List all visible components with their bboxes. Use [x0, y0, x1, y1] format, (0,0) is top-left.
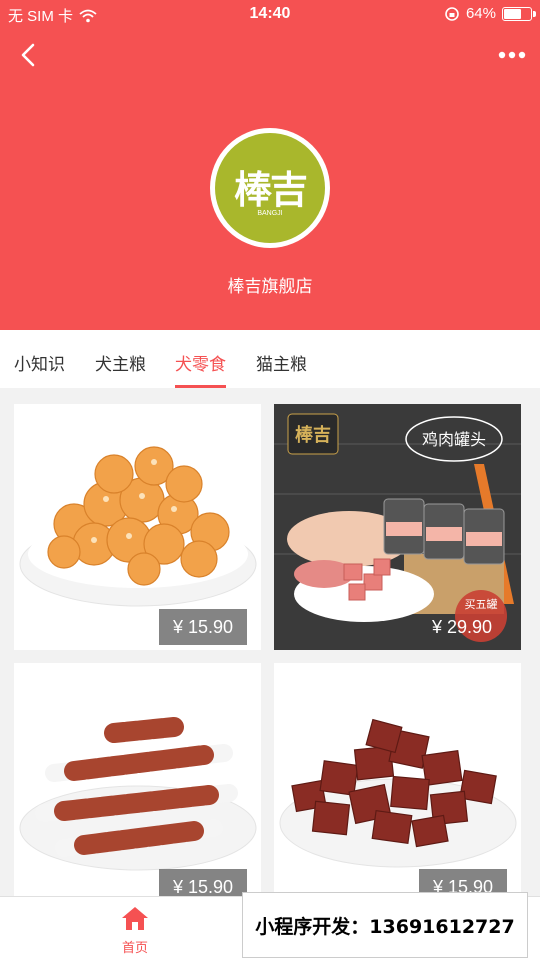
- battery-percent: 64%: [465, 5, 496, 22]
- developer-promo: 小程序开发：13691612727: [242, 892, 528, 958]
- product-image: [14, 663, 261, 896]
- store-header: 棒吉 BANGJI 棒吉旗舰店: [0, 0, 540, 330]
- price-tag: ¥ 15.90: [159, 869, 247, 896]
- tab-cat-food[interactable]: 猫主粮: [256, 350, 307, 388]
- tab-dog-snacks[interactable]: 犬零食: [175, 350, 226, 388]
- more-icon[interactable]: [494, 40, 530, 70]
- brand-text: 棒吉: [295, 424, 331, 446]
- category-tabs: 小知识 犬主粮 犬零食 猫主粮: [0, 330, 540, 388]
- product-card[interactable]: ¥ 15.90: [14, 404, 261, 650]
- back-icon[interactable]: [14, 40, 44, 70]
- battery-icon: [502, 6, 536, 21]
- nav-home[interactable]: 首页: [105, 905, 165, 956]
- home-icon: [122, 907, 148, 930]
- logo-subtext: BANGJI: [257, 210, 283, 217]
- product-card[interactable]: ¥ 15.90: [274, 663, 521, 896]
- store-logo: 棒吉 BANGJI: [210, 128, 330, 248]
- product-card[interactable]: ¥ 15.90: [14, 663, 261, 896]
- tab-knowledge[interactable]: 小知识: [14, 350, 65, 388]
- product-card[interactable]: 棒吉 鸡肉罐头 买五罐 ¥ 29.90: [274, 404, 521, 650]
- price-tag: ¥ 29.90: [431, 616, 493, 637]
- nav-home-label: 首页: [121, 941, 148, 956]
- logo-text: 棒吉: [233, 167, 308, 212]
- tab-dog-food[interactable]: 犬主粮: [95, 350, 146, 388]
- price-tag: ¥ 15.90: [159, 609, 247, 645]
- can-label-text: 鸡肉罐头: [422, 430, 486, 449]
- product-image: [274, 663, 521, 896]
- status-bar: 无 SIM 卡 14:40 64%: [0, 0, 540, 28]
- store-name: 棒吉旗舰店: [227, 277, 313, 297]
- rotation-lock-icon: [445, 6, 459, 21]
